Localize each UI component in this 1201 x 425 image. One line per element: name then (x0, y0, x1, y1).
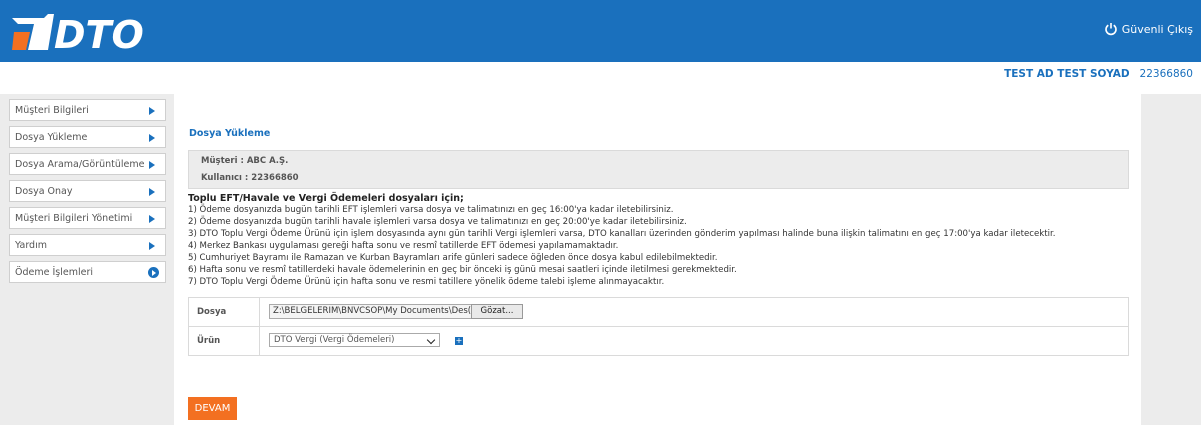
logout-label: Güvenli Çıkış (1121, 22, 1193, 36)
notes-title: Toplu EFT/Havale ve Vergi Ödemeleri dosy… (188, 193, 464, 204)
sidebar-item-label: Müşteri Bilgileri (15, 104, 89, 116)
product-select[interactable]: DTO Vergi (Vergi Ödemeleri) (269, 333, 440, 347)
sidebar-item-musteri-bilgileri[interactable]: Müşteri Bilgileri (9, 99, 166, 121)
user-name: TEST AD TEST SOYAD (1004, 68, 1130, 80)
customer-info: Müşteri : ABC A.Ş. (201, 156, 289, 166)
sidebar-item-label: Dosya Onay (15, 185, 73, 197)
browse-button[interactable]: Gözat... (471, 304, 523, 319)
arrow-right-icon (149, 134, 155, 142)
product-label: Ürün (197, 336, 221, 346)
product-select-value: DTO Vergi (Vergi Ödemeleri) (274, 335, 395, 345)
note-item: 5) Cumhuriyet Bayramı ile Ramazan ve Kur… (188, 253, 718, 263)
sidebar-item-yardim[interactable]: Yardım (9, 234, 166, 256)
note-item: 2) Ödeme dosyanızda bugün tarihli havale… (188, 217, 687, 227)
sidebar-item-label: Dosya Arama/Görüntüleme (15, 158, 145, 170)
sidebar-item-odeme-islemleri[interactable]: Ödeme İşlemleri (9, 261, 166, 283)
right-panel (1141, 94, 1201, 425)
logo-text: DTO (54, 13, 144, 54)
upload-form: Dosya Z:\BELGELERIM\BNVCSOP\My Documents… (188, 297, 1129, 356)
note-item: 6) Hafta sonu ve resmî tatillerdeki hava… (188, 265, 737, 275)
sidebar-item-dosya-onay[interactable]: Dosya Onay (9, 180, 166, 202)
power-icon (1104, 23, 1117, 36)
page-title: Dosya Yükleme (189, 128, 271, 139)
note-item: 7) DTO Toplu Vergi Ödeme Ürünü için haft… (188, 277, 665, 287)
arrow-right-icon (149, 161, 155, 169)
user-id: 22366860 (1139, 68, 1193, 80)
sidebar-item-label: Yardım (15, 239, 47, 251)
note-item: 3) DTO Toplu Vergi Ödeme Ürünü için işle… (188, 229, 1056, 239)
sidebar-item-label: Ödeme İşlemleri (15, 266, 93, 278)
form-row-product: Ürün DTO Vergi (Vergi Ödemeleri) + (189, 327, 1128, 356)
logout-button[interactable]: Güvenli Çıkış (1104, 22, 1193, 36)
arrow-right-icon (149, 107, 155, 115)
devam-button[interactable]: DEVAM (188, 397, 237, 420)
arrow-right-icon (149, 215, 155, 223)
file-label: Dosya (197, 307, 227, 317)
user-info-bar: TEST AD TEST SOYAD 22366860 (1004, 68, 1193, 80)
top-header: DTO Güvenli Çıkış (0, 0, 1201, 62)
sidebar-item-musteri-bilgileri-yonetimi[interactable]: Müşteri Bilgileri Yönetimi (9, 207, 166, 229)
divider (259, 298, 260, 327)
note-item: 1) Ödeme dosyanızda bugün tarihli EFT iş… (188, 205, 674, 215)
arrow-right-icon (149, 188, 155, 196)
note-item: 4) Merkez Bankası uygulaması gereği haft… (188, 241, 619, 251)
plus-icon[interactable]: + (455, 337, 463, 345)
chevron-down-icon (425, 334, 439, 346)
sidebar-item-dosya-arama[interactable]: Dosya Arama/Görüntüleme (9, 153, 166, 175)
sidebar-item-label: Müşteri Bilgileri Yönetimi (15, 212, 133, 224)
sidebar-item-label: Dosya Yükleme (15, 131, 88, 143)
sidebar-item-dosya-yukleme[interactable]: Dosya Yükleme (9, 126, 166, 148)
divider (259, 327, 260, 356)
dto-logo: DTO (12, 13, 144, 54)
user-info: Kullanıcı : 22366860 (201, 173, 299, 183)
arrow-right-icon (149, 242, 155, 250)
form-row-file: Dosya Z:\BELGELERIM\BNVCSOP\My Documents… (189, 298, 1128, 327)
info-box (188, 150, 1129, 189)
circle-arrow-icon (148, 267, 159, 278)
